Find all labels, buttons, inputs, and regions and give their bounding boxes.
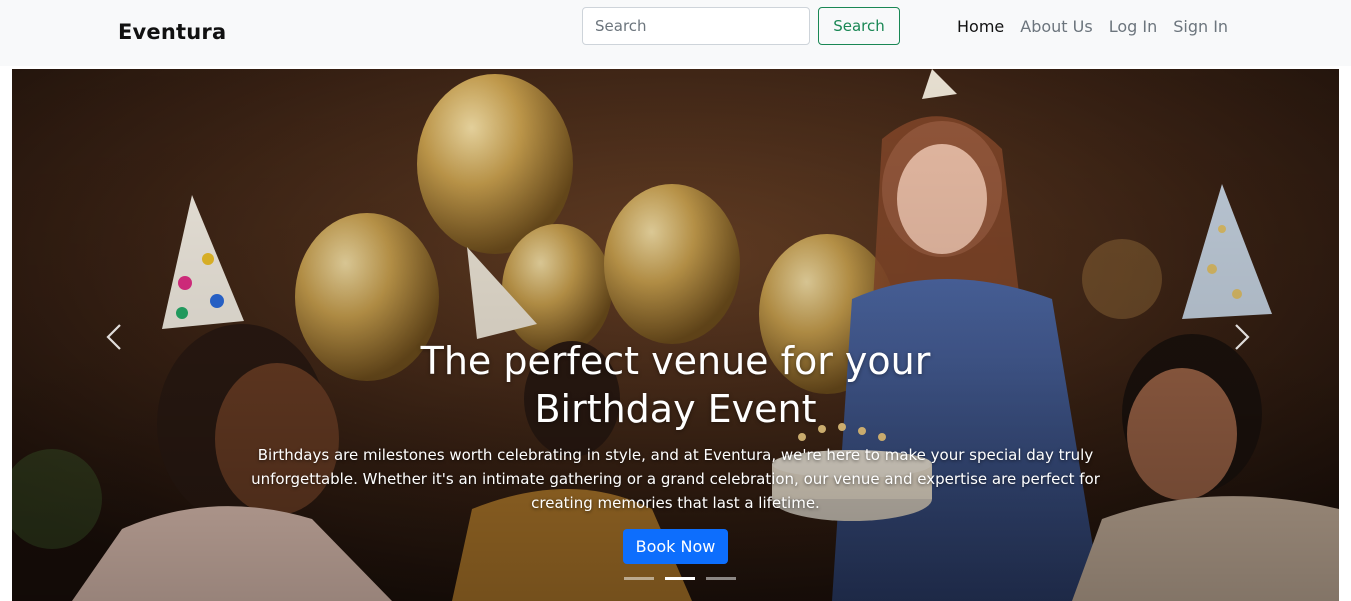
chevron-left-icon — [106, 324, 121, 350]
chevron-right-icon — [1235, 324, 1250, 350]
nav-link-home[interactable]: Home — [957, 16, 1004, 38]
navbar: Eventura Search Home About Us Log In Sig… — [0, 0, 1351, 66]
hero-description: Birthdays are milestones worth celebrati… — [251, 446, 1100, 512]
carousel-prev-button[interactable] — [98, 319, 134, 355]
carousel-indicators — [624, 577, 736, 580]
nav-link-about-us[interactable]: About Us — [1020, 16, 1092, 38]
brand-logo[interactable]: Eventura — [118, 20, 226, 44]
nav-links: Home About Us Log In Sign In — [957, 16, 1244, 38]
nav-link-sign-in[interactable]: Sign In — [1173, 16, 1228, 38]
carousel-indicator-3[interactable] — [706, 577, 736, 580]
nav-link-log-in[interactable]: Log In — [1109, 16, 1158, 38]
book-now-button[interactable]: Book Now — [622, 529, 729, 564]
search-input[interactable] — [582, 7, 810, 45]
hero-caption: The perfect venue for your Birthday Even… — [212, 337, 1139, 564]
carousel-indicator-1[interactable] — [624, 577, 654, 580]
hero-title: The perfect venue for your Birthday Even… — [420, 339, 931, 431]
search-button[interactable]: Search — [818, 7, 900, 45]
hero-carousel: The perfect venue for your Birthday Even… — [12, 69, 1339, 601]
carousel-next-button[interactable] — [1222, 319, 1258, 355]
carousel-indicator-2[interactable] — [665, 577, 695, 580]
